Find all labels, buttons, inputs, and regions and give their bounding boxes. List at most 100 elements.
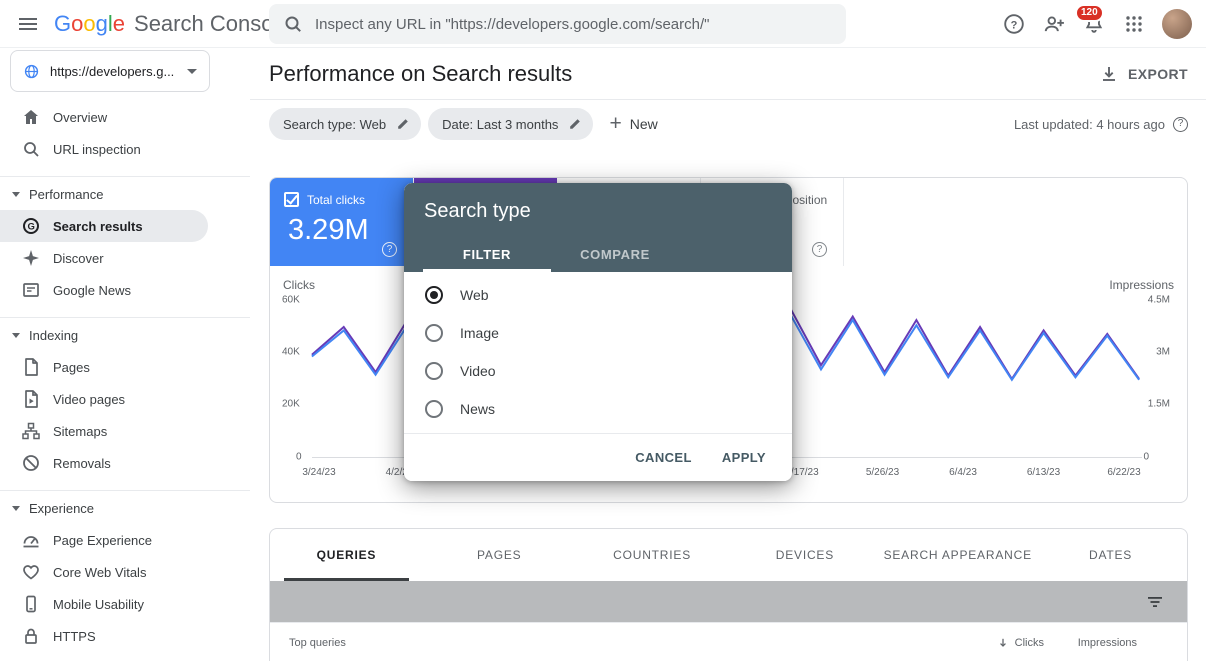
topbar: Google Search Console ? 120 bbox=[0, 0, 1206, 48]
sidebar-item-https[interactable]: HTTPS bbox=[0, 620, 208, 652]
logo-letter: g bbox=[96, 11, 108, 37]
question-circle-icon[interactable] bbox=[1173, 117, 1188, 132]
removals-icon bbox=[21, 453, 41, 473]
plus-icon: + bbox=[609, 114, 621, 134]
app-logo[interactable]: Google Search Console bbox=[54, 11, 291, 37]
dialog-tabs: FILTER COMPARE bbox=[423, 236, 679, 272]
export-label: EXPORT bbox=[1128, 66, 1188, 82]
option-web[interactable]: Web bbox=[404, 276, 792, 314]
radio-icon[interactable] bbox=[425, 400, 443, 418]
tab-pages[interactable]: PAGES bbox=[423, 529, 576, 581]
apps-button[interactable] bbox=[1114, 4, 1154, 44]
sidebar-item-core-web-vitals[interactable]: Core Web Vitals bbox=[0, 556, 208, 588]
divider bbox=[0, 176, 250, 177]
filter-rows-button[interactable] bbox=[1145, 592, 1165, 612]
sidebar-item-page-experience[interactable]: Page Experience bbox=[0, 524, 208, 556]
dimension-tabs: QUERIES PAGES COUNTRIES DEVICES SEARCH A… bbox=[270, 529, 1187, 581]
section-header-performance[interactable]: Performance bbox=[0, 178, 250, 210]
tab-queries[interactable]: QUERIES bbox=[270, 529, 423, 581]
notification-badge: 120 bbox=[1075, 4, 1104, 22]
option-image[interactable]: Image bbox=[404, 314, 792, 352]
product-name: Search Console bbox=[134, 11, 291, 37]
column-header-clicks[interactable]: Clicks bbox=[996, 636, 1044, 650]
export-button[interactable]: EXPORT bbox=[1099, 64, 1188, 84]
sidebar-item-video-pages[interactable]: Video pages bbox=[0, 383, 208, 415]
logo-letter: G bbox=[54, 11, 71, 37]
new-label: New bbox=[630, 116, 658, 132]
chip-label: Search type: Web bbox=[283, 117, 386, 132]
radio-icon[interactable] bbox=[425, 324, 443, 342]
sidebar-item-label: Sitemaps bbox=[53, 424, 107, 439]
tab-devices[interactable]: DEVICES bbox=[728, 529, 881, 581]
option-label: News bbox=[460, 401, 495, 417]
sidebar-item-discover[interactable]: Discover bbox=[0, 242, 208, 274]
add-user-button[interactable] bbox=[1034, 4, 1074, 44]
edit-icon[interactable] bbox=[395, 116, 411, 132]
tab-dates[interactable]: DATES bbox=[1034, 529, 1187, 581]
help-button[interactable]: ? bbox=[994, 4, 1034, 44]
collapse-arrow-icon bbox=[12, 192, 20, 197]
sidebar-item-label: Search results bbox=[53, 219, 143, 234]
radio-icon[interactable] bbox=[425, 362, 443, 380]
url-inspection-searchbox[interactable] bbox=[269, 4, 846, 44]
svg-text:?: ? bbox=[1011, 19, 1018, 31]
column-header-impressions[interactable]: Impressions bbox=[1078, 637, 1137, 649]
sidebar-item-overview[interactable]: Overview bbox=[0, 101, 208, 133]
sitemaps-icon bbox=[21, 421, 41, 441]
sidebar-item-mobile-usability[interactable]: Mobile Usability bbox=[0, 588, 208, 620]
tab-search-appearance[interactable]: SEARCH APPEARANCE bbox=[881, 529, 1034, 581]
notifications-button[interactable]: 120 bbox=[1074, 4, 1114, 44]
dimensions-card: QUERIES PAGES COUNTRIES DEVICES SEARCH A… bbox=[269, 528, 1188, 661]
dialog-tab-compare[interactable]: COMPARE bbox=[551, 236, 679, 272]
search-type-dialog: Search type FILTER COMPARE Web Image Vid… bbox=[404, 183, 792, 481]
sidebar-item-url-inspection[interactable]: URL inspection bbox=[0, 133, 208, 165]
option-video[interactable]: Video bbox=[404, 352, 792, 390]
menu-button[interactable] bbox=[8, 4, 48, 44]
property-selector[interactable]: https://developers.g... bbox=[10, 50, 210, 92]
collapse-arrow-icon bbox=[12, 333, 20, 338]
logo-letter: o bbox=[83, 11, 95, 37]
new-filter-button[interactable]: + New bbox=[609, 108, 657, 140]
table-toolbar bbox=[270, 581, 1187, 622]
sidebar-item-google-news[interactable]: Google News bbox=[0, 274, 208, 306]
option-label: Image bbox=[460, 325, 499, 341]
dialog-tab-filter[interactable]: FILTER bbox=[423, 236, 551, 272]
search-type-chip[interactable]: Search type: Web bbox=[269, 108, 421, 140]
section-header-indexing[interactable]: Indexing bbox=[0, 319, 250, 351]
last-updated: Last updated: 4 hours ago bbox=[1014, 108, 1188, 140]
section-header-experience[interactable]: Experience bbox=[0, 492, 250, 524]
lock-icon bbox=[21, 626, 41, 646]
sidebar-item-label: Removals bbox=[53, 456, 111, 471]
radio-icon[interactable] bbox=[425, 286, 443, 304]
dialog-footer: CANCEL APPLY bbox=[404, 433, 792, 481]
sidebar-item-sitemaps[interactable]: Sitemaps bbox=[0, 415, 208, 447]
sidebar-item-label: Page Experience bbox=[53, 533, 152, 548]
magnifier-icon bbox=[21, 139, 41, 159]
option-news[interactable]: News bbox=[404, 390, 792, 428]
sidebar-item-removals[interactable]: Removals bbox=[0, 447, 208, 479]
sidebar-item-label: Discover bbox=[53, 251, 104, 266]
download-icon bbox=[1099, 64, 1119, 84]
topbar-actions: ? 120 bbox=[994, 4, 1200, 44]
sidebar-item-pages[interactable]: Pages bbox=[0, 351, 208, 383]
discover-icon bbox=[21, 248, 41, 268]
apply-button[interactable]: APPLY bbox=[722, 450, 766, 465]
home-icon bbox=[21, 107, 41, 127]
sidebar-item-label: Video pages bbox=[53, 392, 125, 407]
section-label: Indexing bbox=[29, 328, 78, 343]
tab-countries[interactable]: COUNTRIES bbox=[576, 529, 729, 581]
cancel-button[interactable]: CANCEL bbox=[635, 450, 692, 465]
dialog-title: Search type bbox=[424, 200, 772, 223]
sidebar-item-label: Google News bbox=[53, 283, 131, 298]
core-web-vitals-icon bbox=[21, 562, 41, 582]
edit-icon[interactable] bbox=[567, 116, 583, 132]
last-updated-text: Last updated: 4 hours ago bbox=[1014, 117, 1165, 132]
date-range-chip[interactable]: Date: Last 3 months bbox=[428, 108, 593, 140]
globe-icon bbox=[23, 63, 40, 80]
sidebar-item-search-results[interactable]: G Search results bbox=[0, 210, 208, 242]
dialog-header: Search type FILTER COMPARE bbox=[404, 183, 792, 272]
table-header-row: Top queries Clicks Impressions bbox=[270, 622, 1187, 661]
search-input[interactable] bbox=[315, 16, 832, 33]
column-header-queries[interactable]: Top queries bbox=[289, 637, 346, 649]
avatar[interactable] bbox=[1162, 9, 1192, 39]
